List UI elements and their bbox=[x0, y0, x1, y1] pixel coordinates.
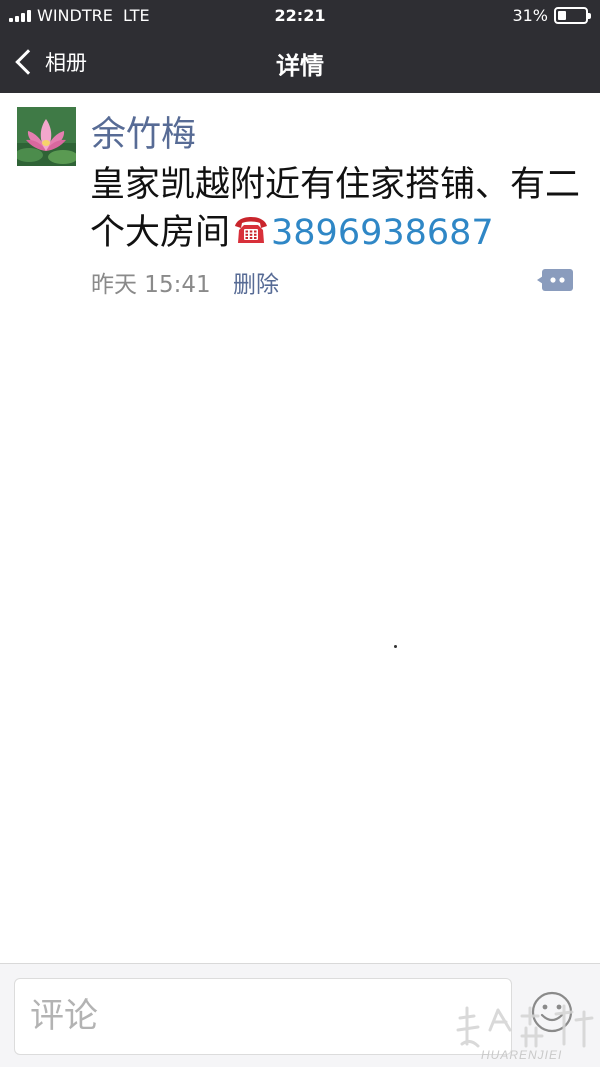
comment-input[interactable]: 评论 bbox=[14, 978, 512, 1055]
status-time: 22:21 bbox=[274, 6, 326, 25]
battery-level-fill bbox=[558, 11, 566, 20]
post-timestamp: 昨天 15:41 bbox=[91, 272, 211, 298]
battery-percentage: 31% bbox=[512, 6, 548, 25]
telephone-icon bbox=[233, 211, 269, 243]
delete-button[interactable]: 删除 bbox=[233, 265, 279, 299]
watermark-text: HUARENJIEI bbox=[481, 1048, 563, 1062]
navigation-bar: 相册 详情 bbox=[0, 32, 600, 93]
status-bar: WINDTRE LTE 22:21 31% bbox=[0, 0, 600, 32]
stray-dot bbox=[394, 645, 397, 648]
page-title: 详情 bbox=[276, 52, 324, 80]
avatar[interactable] bbox=[17, 107, 76, 166]
battery-icon bbox=[554, 7, 591, 24]
top-bar: WINDTRE LTE 22:21 31% 相册 详情 bbox=[0, 0, 600, 93]
poster-name[interactable]: 余竹梅 bbox=[91, 106, 196, 157]
comment-more-icon[interactable] bbox=[535, 266, 575, 294]
phone-number-link[interactable]: 3896938687 bbox=[271, 213, 494, 253]
post-content: 皇家凯越附近有住家搭铺、有二个大房间 3896938687 bbox=[90, 161, 590, 257]
